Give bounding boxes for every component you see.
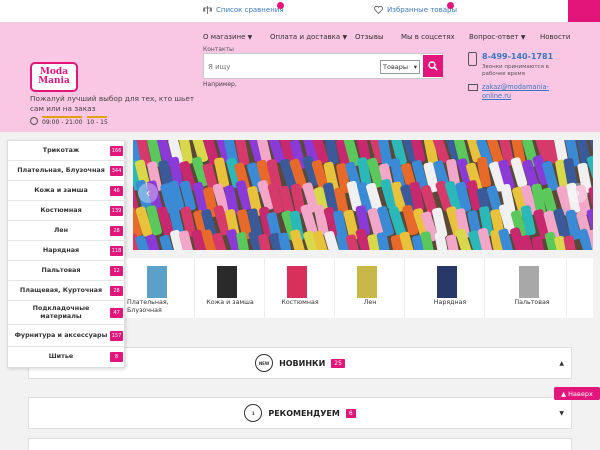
compare-label: Список сравнения [216,6,284,14]
caret-down-icon: ▼ [247,34,253,41]
sidebar-item-linen[interactable]: Лен 28 [8,221,126,241]
email-link[interactable]: zakaz@modamania-online.ru [482,83,557,101]
sidebar-item-leather[interactable]: Кожа и замша 46 [8,181,126,201]
search-example: Например, [203,81,237,88]
category-thumbs: Плательная, Блузочная Кожа и замша Костю… [125,258,593,318]
thumb-image [357,266,377,298]
thumb-image [519,266,539,298]
search-button[interactable] [423,55,443,77]
favorites-badge [447,2,454,9]
nav-news[interactable]: Новости [540,33,570,41]
banner-prev-button[interactable]: ‹ [138,183,158,203]
section-title: НОВИНКИ [279,358,326,368]
nav-faq[interactable]: Вопрос-ответ ▼ [469,33,526,41]
thumb-suit[interactable]: Костюмная [265,258,335,318]
search-input[interactable] [208,60,373,74]
scales-icon [203,6,212,14]
hours-weekend: 10 - 15 [86,119,108,126]
thumb-coat[interactable]: Пальтовая [497,258,567,318]
sidebar-item-suit[interactable]: Костюмная 139 [8,201,126,221]
thumb-evening[interactable]: Нарядная [415,258,485,318]
logo-line2: Mania [38,76,70,86]
section-count: 25 [331,358,345,368]
caret-up-icon: ▲ [561,389,567,398]
banner-next-button[interactable]: › [568,183,588,203]
search-box: Товары ▾ [203,53,443,79]
caret-down-icon: ▼ [342,34,348,41]
sidebar-item-lining[interactable]: Подкладочные материалы 47 [8,301,126,325]
section-title: РЕКОМЕНДУЕМ [268,408,340,418]
logo[interactable]: Moda Mania [30,62,78,92]
thumb-image [287,266,307,298]
compare-link[interactable]: Список сравнения [203,2,284,14]
caret-down-icon: ▼ [520,34,526,41]
phone-icon [468,52,477,66]
thumb-linen[interactable]: Лен [335,258,405,318]
section-next[interactable] [28,438,572,450]
work-hours: 09:00 - 21:00 10 - 15 [30,116,108,126]
nav-reviews[interactable]: Отзывы [355,33,384,41]
mail-icon [468,84,478,91]
caret-down-icon: ▼ [559,410,564,417]
section-count: 6 [345,408,356,418]
chevron-left-icon: ‹ [145,186,151,200]
caret-up-icon: ▲ [559,360,564,367]
thumb-image [217,266,237,298]
hours-weekday: 09:00 - 21:00 [42,119,83,126]
section-recommended[interactable]: 1 РЕКОМЕНДУЕМ 6 ▼ [28,397,572,429]
sidebar-item-raincoat[interactable]: Плащевая, Курточная 28 [8,281,126,301]
cart-tab[interactable] [568,0,600,22]
compare-badge [277,2,284,9]
phone-number[interactable]: 8-499-140-1781 [482,52,553,61]
nav-social[interactable]: Мы в соцсетях [401,33,455,41]
back-to-top-button[interactable]: ▲ Наверх [554,387,600,400]
nav-payment-delivery[interactable]: Оплата и доставка ▼ [270,33,347,41]
thumb-dress-fabric[interactable]: Плательная, Блузочная [125,258,195,318]
favorites-link[interactable]: Избранные товары [374,2,457,14]
hero-banner[interactable]: ‹ › [133,140,593,250]
sidebar-item-dress-fabric[interactable]: Плательная, Блузочная 344 [8,161,126,181]
main-nav: О магазине ▼ Оплата и доставка ▼ Отзывы … [203,33,573,45]
header: Moda Mania Пожалуй лучший выбор для тех,… [0,22,600,132]
sidebar-item-coat[interactable]: Пальтовая 12 [8,261,126,281]
nav-about[interactable]: О магазине ▼ [203,33,252,41]
chevron-right-icon: › [575,186,581,200]
fabric-rolls-image [133,140,593,250]
top-bar: Список сравнения Избранные товары [0,0,600,22]
search-icon [428,61,438,71]
chevron-down-icon: ▾ [413,63,417,71]
sidebar-item-sewing[interactable]: Шитье 8 [8,347,126,367]
thumb-leather[interactable]: Кожа и замша [195,258,265,318]
thumb-image [147,266,167,298]
heart-icon [374,6,383,14]
sidebar-item-evening[interactable]: Нарядная 118 [8,241,126,261]
tagline: Пожалуй лучший выбор для тех, кто шьет с… [30,94,195,113]
thumb-image [437,266,457,298]
search-scope-select[interactable]: Товары ▾ [380,60,420,74]
phone-note: Звонки принимаются в рабочее время [482,64,549,77]
new-badge-icon: NEW [255,354,274,372]
sidebar-item-knitwear[interactable]: Трикотаж 166 [8,141,126,161]
sidebar-item-accessories[interactable]: Фурнитура и аксессуары 157 [8,325,126,347]
contacts-label[interactable]: Контакты [203,46,234,53]
category-sidebar: Трикотаж 166 Плательная, Блузочная 344 Кож… [7,140,126,368]
clock-icon [30,117,38,125]
medal-icon: 1 [244,404,263,422]
